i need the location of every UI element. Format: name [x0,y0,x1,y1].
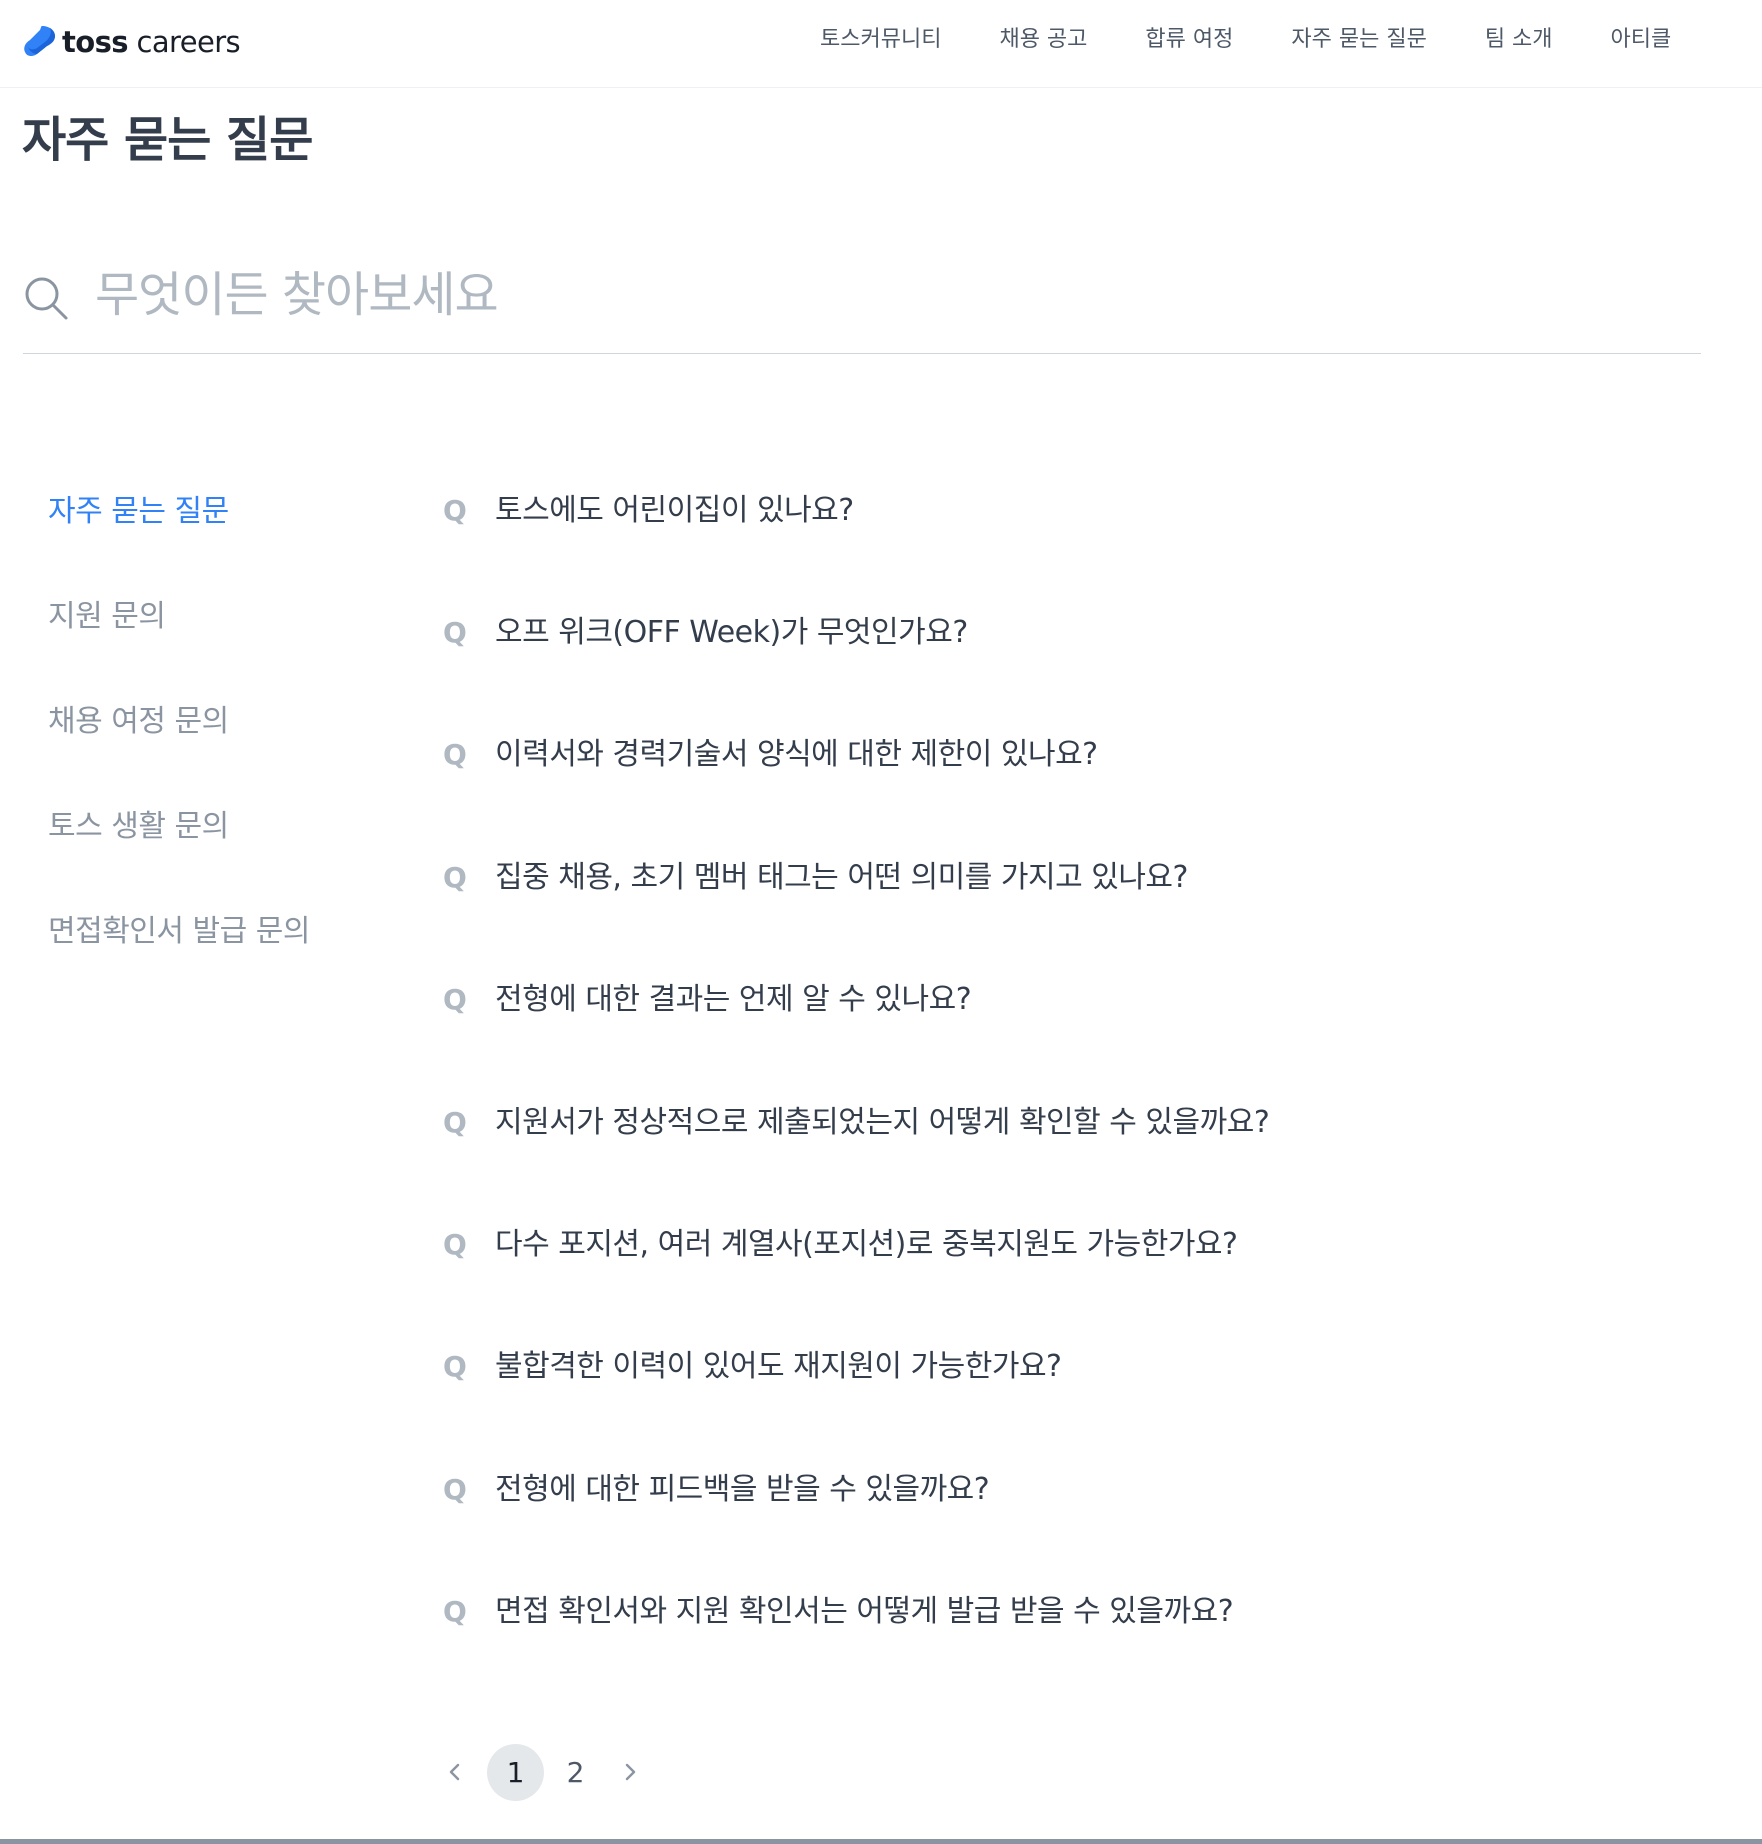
question-text: 전형에 대한 결과는 언제 알 수 있나요? [495,982,972,1018]
faq-item[interactable]: Q 전형에 대한 피드백을 받을 수 있을까요? [443,1465,1703,1587]
faq-item[interactable]: Q 집중 채용, 초기 멤버 태그는 어떤 의미를 가지고 있나요? [443,853,1703,975]
toss-logo-icon [24,26,55,57]
question-marker: Q [443,1472,467,1506]
question-text: 집중 채용, 초기 멤버 태그는 어떤 의미를 가지고 있나요? [495,859,1188,895]
search-input[interactable] [95,255,1595,335]
question-text: 오프 위크(OFF Week)가 무엇인가요? [495,615,968,650]
page-title: 자주 묻는 질문 [22,112,313,168]
question-text: 불합격한 이력이 있어도 재지원이 가능한가요? [495,1349,1062,1385]
faq-item[interactable]: Q 전형에 대한 결과는 언제 알 수 있나요? [443,975,1703,1097]
search-bar [23,255,1701,354]
question-marker: Q [443,616,467,649]
question-text: 다수 포지션, 여러 계열사(포지션)로 중복지원도 가능한가요? [495,1226,1238,1262]
logo-brand: toss [62,24,129,59]
next-page-button[interactable] [615,1744,645,1800]
nav-item-job-openings[interactable]: 채용 공고 [999,22,1087,58]
logo-suffix: careers [136,24,241,59]
logo-wordmark: toss careers [62,24,241,59]
page-number-2[interactable]: 2 [547,1744,604,1801]
search-icon[interactable] [23,275,69,321]
category-sidebar: 자주 묻는 질문 지원 문의 채용 여정 문의 토스 생활 문의 면접확인서 발… [48,490,378,954]
question-marker: Q [443,860,467,894]
faq-item[interactable]: Q 다수 포지션, 여러 계열사(포지션)로 중복지원도 가능한가요? [443,1220,1703,1342]
nav-item-team[interactable]: 팀 소개 [1485,22,1553,58]
faq-item[interactable]: Q 불합격한 이력이 있어도 재지원이 가능한가요? [443,1342,1703,1464]
page-number-1[interactable]: 1 [487,1743,544,1801]
question-marker: Q [443,738,467,772]
question-marker: Q [443,983,467,1017]
nav-item-journey[interactable]: 합류 여정 [1145,22,1233,58]
question-marker: Q [443,1595,467,1629]
page: toss careers 토스커뮤니티 채용 공고 합류 여정 자주 묻는 질문… [0,0,1762,1844]
question-marker: Q [443,1227,467,1261]
faq-item[interactable]: Q 지원서가 정상적으로 제출되었는지 어떻게 확인할 수 있을까요? [443,1098,1703,1220]
faq-item[interactable]: Q 토스에도 어린이집이 있나요? [443,486,1703,536]
nav-item-community[interactable]: 토스커뮤니티 [820,22,941,58]
faq-item[interactable]: Q 오프 위크(OFF Week)가 무엇인가요? [443,608,1703,730]
toss-careers-logo[interactable]: toss careers [22,22,241,62]
faq-list: Q 토스에도 어린이집이 있나요? Q 오프 위크(OFF Week)가 무엇인… [443,486,1703,1710]
sidebar-item-toss-life[interactable]: 토스 생활 문의 [48,805,378,849]
sidebar-item-interview-certificate[interactable]: 면접확인서 발급 문의 [48,910,378,954]
sidebar-item-faq[interactable]: 자주 묻는 질문 [48,490,378,534]
faq-item[interactable]: Q 면접 확인서와 지원 확인서는 어떻게 발급 받을 수 있을까요? [443,1587,1703,1709]
question-text: 이력서와 경력기술서 양식에 대한 제한이 있나요? [495,737,1098,773]
nav-item-article[interactable]: 아티클 [1611,22,1672,58]
question-text: 면접 확인서와 지원 확인서는 어떻게 발급 받을 수 있을까요? [495,1594,1234,1630]
sidebar-item-application[interactable]: 지원 문의 [48,595,378,639]
question-marker: Q [443,1350,467,1384]
prev-page-button[interactable] [440,1744,470,1800]
question-marker: Q [443,494,467,527]
pagination: 1 2 [440,1743,645,1801]
top-header: toss careers 토스커뮤니티 채용 공고 합류 여정 자주 묻는 질문… [0,0,1762,88]
question-text: 토스에도 어린이집이 있나요? [495,493,854,528]
question-text: 지원서가 정상적으로 제출되었는지 어떻게 확인할 수 있을까요? [495,1104,1270,1140]
main-nav: 토스커뮤니티 채용 공고 합류 여정 자주 묻는 질문 팀 소개 아티클 [820,22,1671,58]
nav-item-faq[interactable]: 자주 묻는 질문 [1291,22,1426,58]
question-text: 전형에 대한 피드백을 받을 수 있을까요? [495,1471,990,1507]
question-marker: Q [443,1105,467,1139]
chevron-right-icon [625,1763,636,1781]
sidebar-item-hiring-journey[interactable]: 채용 여정 문의 [48,700,378,744]
faq-item[interactable]: Q 이력서와 경력기술서 양식에 대한 제한이 있나요? [443,730,1703,852]
bottom-scroll-edge [0,1839,1762,1844]
chevron-left-icon [449,1763,460,1781]
